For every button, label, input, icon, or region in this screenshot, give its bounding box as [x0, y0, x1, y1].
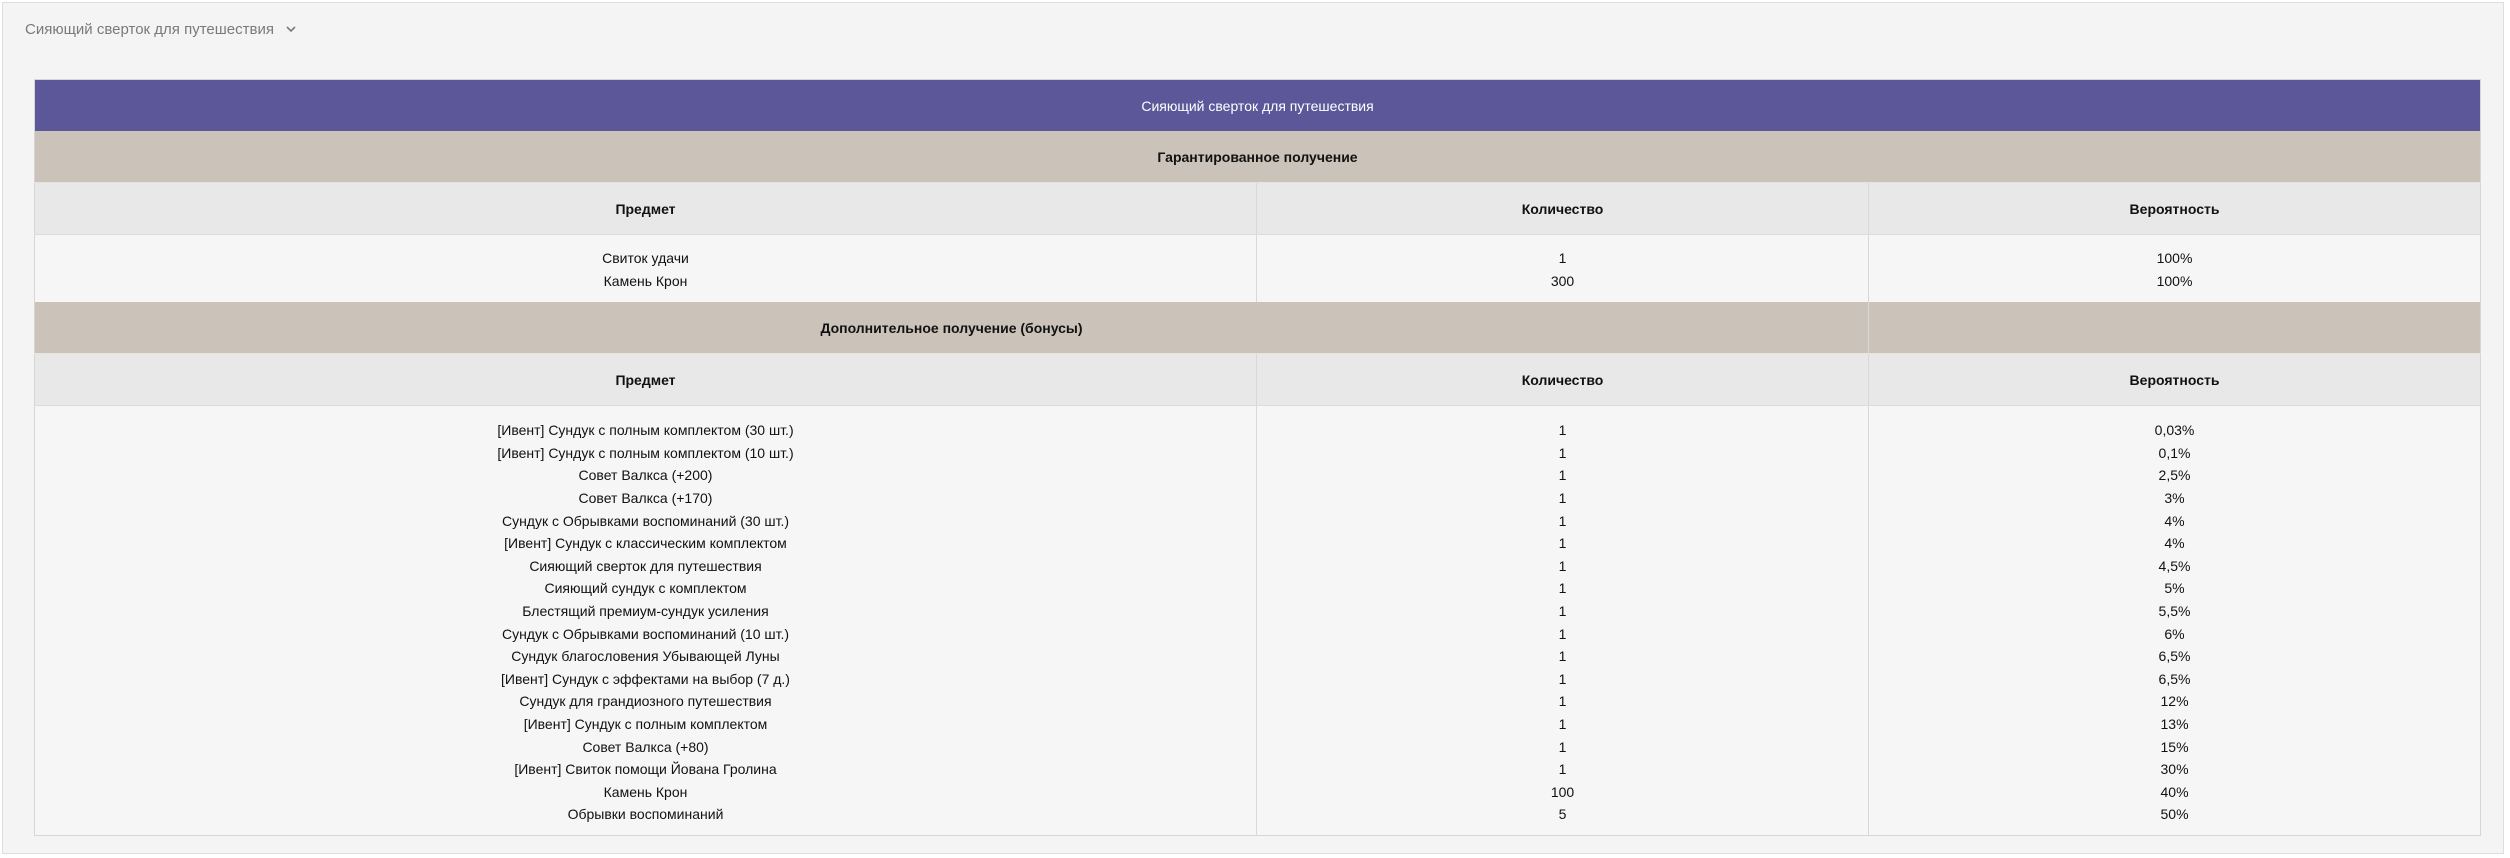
item-quantity: 1 — [1558, 250, 1567, 266]
item-quantity: 1 — [1558, 602, 1567, 619]
item-quantity: 1 — [1558, 715, 1567, 732]
item-quantity: 100 — [1550, 783, 1575, 800]
bonus-section-title: Дополнительное получение (бонусы) — [34, 302, 1869, 355]
item-quantity: 1 — [1558, 422, 1567, 439]
item-probability: 12% — [2160, 693, 2189, 710]
item-name: Сундук с Обрывками воспоминаний (30 шт.) — [501, 512, 790, 529]
bonus-item-quantities: 1 1 1 1 1 1 1 1 1 1 1 1 1 1 1 1 100 5 — [1256, 405, 1869, 836]
guaranteed-column-header-row: Предмет Количество Вероятность — [34, 182, 2481, 235]
bonus-item-probabilities: 0,03% 0,1% 2,5% 3% 4% 4% 4,5% 5% 5,5% 6% 6,5% 6,5% 1… — [1868, 405, 2481, 836]
item-probability: 40% — [2160, 783, 2189, 800]
item-quantity: 1 — [1558, 761, 1567, 778]
bonus-item-names: [Ивент] Сундук с полным комплектом (30 ш… — [34, 405, 1257, 836]
item-name: Сундук с Обрывками воспоминаний (10 шт.) — [501, 625, 790, 642]
item-probability: 13% — [2160, 715, 2189, 732]
item-name: Сундук для грандиозного путешествия — [519, 693, 772, 710]
item-name: Совет Валкса (+200) — [578, 467, 713, 484]
item-quantity: 1 — [1558, 557, 1567, 574]
item-name: Свиток удачи — [602, 250, 689, 266]
item-probability: 30% — [2160, 761, 2189, 778]
item-probability: 6,5% — [2158, 648, 2191, 665]
item-probability: 4% — [2164, 512, 2185, 529]
item-name: Блестящий премиум-сундук усиления — [522, 602, 769, 619]
bonus-body-row: [Ивент] Сундук с полным комплектом (30 ш… — [34, 405, 2481, 836]
item-quantity: 1 — [1558, 670, 1567, 687]
item-probability: 3% — [2164, 489, 2185, 506]
column-header-quantity: Количество — [1256, 182, 1869, 235]
item-quantity: 1 — [1558, 535, 1567, 552]
item-name: Сияющий сундук с комплектом — [544, 580, 747, 597]
item-probability: 5% — [2164, 580, 2185, 597]
item-probability: 5,5% — [2158, 602, 2191, 619]
item-probability: 0,1% — [2158, 444, 2191, 461]
table-title-row: Сияющий сверток для путешествия — [34, 79, 2481, 131]
item-name: [Ивент] Сундук с полным комплектом (10 ш… — [497, 444, 794, 461]
guaranteed-item-probabilities: 100% 100% — [1868, 234, 2481, 303]
item-quantity: 1 — [1558, 693, 1567, 710]
item-quantity: 1 — [1558, 512, 1567, 529]
item-quantity: 1 — [1558, 467, 1567, 484]
item-name: [Ивент] Свиток помощи Йована Гролина — [514, 761, 777, 778]
column-header-item: Предмет — [34, 353, 1257, 407]
item-name: [Ивент] Сундук с классическим комплектом — [504, 535, 787, 552]
item-name: Совет Валкса (+170) — [578, 489, 713, 506]
item-name: Камень Крон — [603, 272, 688, 289]
guaranteed-section-title: Гарантированное получение — [34, 131, 2481, 183]
guaranteed-item-quantities: 1 300 — [1256, 234, 1869, 303]
bonus-section-row: Дополнительное получение (бонусы) — [34, 302, 2481, 355]
item-probability: 50% — [2160, 806, 2189, 823]
item-name: [Ивент] Сундук с эффектами на выбор (7 д… — [501, 670, 790, 687]
bonus-section-empty — [1868, 302, 2481, 355]
collapse-title: Сияющий сверток для путешествия — [25, 20, 274, 38]
drop-table-panel: Сияющий сверток для путешествия Сияющий … — [2, 2, 2504, 854]
item-quantity: 1 — [1558, 738, 1567, 755]
item-probability: 4,5% — [2158, 557, 2191, 574]
item-name: Сияющий сверток для путешествия — [529, 557, 762, 574]
column-header-quantity: Количество — [1256, 353, 1869, 407]
guaranteed-body-row: Свиток удачи Камень Крон 1 300 100% 100% — [34, 234, 2481, 303]
item-quantity: 5 — [1558, 806, 1567, 823]
drop-table-wrapper: Сияющий сверток для путешествия Гарантир… — [34, 79, 2482, 836]
item-quantity: 1 — [1558, 648, 1567, 665]
item-name: Камень Крон — [603, 783, 688, 800]
bonus-column-header-row: Предмет Количество Вероятность — [34, 353, 2481, 407]
drop-table: Сияющий сверток для путешествия Гарантир… — [34, 79, 2482, 836]
chevron-down-icon — [286, 26, 296, 33]
item-probability: 2,5% — [2158, 467, 2191, 484]
item-probability: 100% — [2156, 250, 2193, 266]
item-probability: 0,03% — [2154, 422, 2195, 439]
guaranteed-item-names: Свиток удачи Камень Крон — [34, 234, 1257, 303]
item-quantity: 1 — [1558, 625, 1567, 642]
item-quantity: 1 — [1558, 489, 1567, 506]
item-probability: 4% — [2164, 535, 2185, 552]
collapse-toggle[interactable]: Сияющий сверток для путешествия — [25, 17, 298, 41]
item-probability: 100% — [2156, 272, 2193, 289]
item-probability: 15% — [2160, 738, 2189, 755]
item-name: Сундук благословения Убывающей Луны — [511, 648, 780, 665]
item-name: Совет Валкса (+80) — [582, 738, 709, 755]
item-quantity: 1 — [1558, 580, 1567, 597]
column-header-item: Предмет — [34, 182, 1257, 235]
item-quantity: 300 — [1550, 272, 1575, 289]
item-quantity: 1 — [1558, 444, 1567, 461]
column-header-probability: Вероятность — [1868, 182, 2481, 235]
guaranteed-section-row: Гарантированное получение — [34, 131, 2481, 183]
column-header-probability: Вероятность — [1868, 353, 2481, 407]
item-probability: 6,5% — [2158, 670, 2191, 687]
item-name: [Ивент] Сундук с полным комплектом — [523, 715, 768, 732]
item-name: [Ивент] Сундук с полным комплектом (30 ш… — [497, 422, 794, 439]
item-name: Обрывки воспоминаний — [567, 806, 724, 823]
item-probability: 6% — [2164, 625, 2185, 642]
table-title: Сияющий сверток для путешествия — [34, 79, 2481, 131]
